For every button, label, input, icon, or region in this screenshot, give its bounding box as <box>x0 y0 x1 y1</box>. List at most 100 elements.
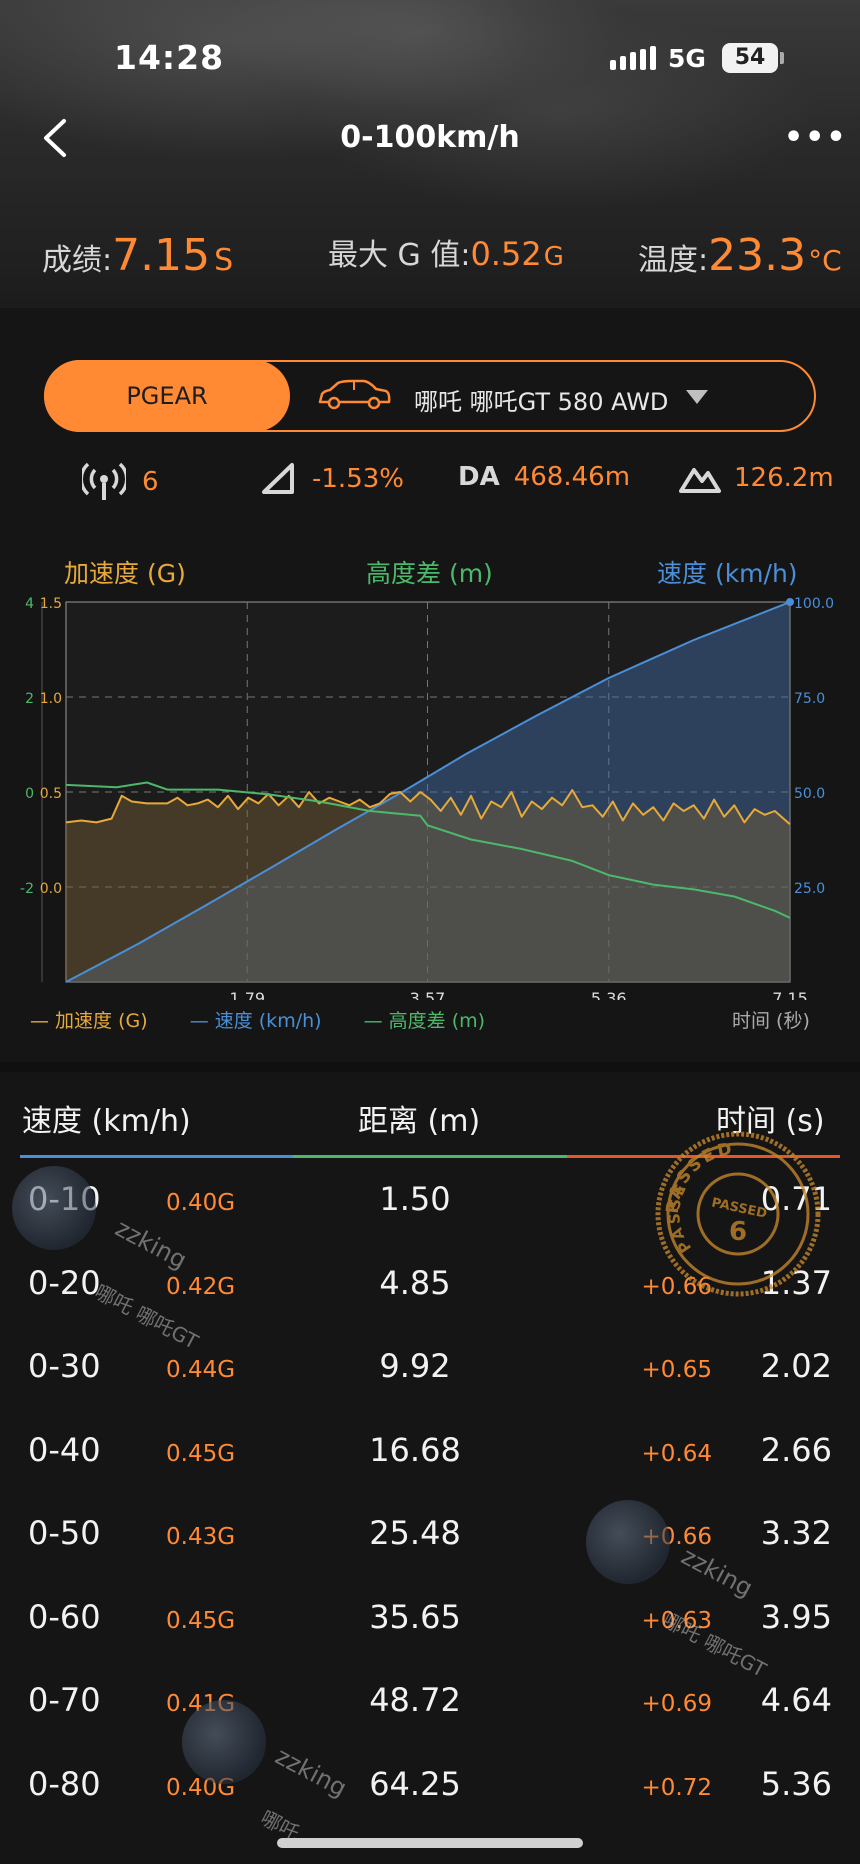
altitude-value: 126.2m <box>734 463 834 493</box>
speed-axis-title: 速度 (km/h) <box>657 559 798 588</box>
altitude-axis-title: 高度差 (m) <box>366 559 493 588</box>
row-g: 0.44G <box>166 1357 236 1383</box>
row-speed-range: 0-80 <box>28 1764 101 1803</box>
row-speed-range: 0-50 <box>28 1514 101 1552</box>
temperature: 温度: 23.3 °C <box>638 230 842 281</box>
row-speed-range: 0-10 <box>28 1180 101 1218</box>
acceleration-chart: 4 1.5 100.0 2 1.0 75.0 0 0.5 50.0 -2 0.0 25.0 1.79 3.… <box>20 596 834 1000</box>
row-time: 0.71 <box>760 1180 832 1218</box>
accel-series-area <box>66 790 790 982</box>
result-time-label: 成绩: <box>42 243 113 278</box>
row-delta: +0.64 <box>641 1440 712 1467</box>
legend-altitude-label: 高度差 (m) <box>388 1010 486 1032</box>
accel-tick-label: 0.5 <box>40 786 62 802</box>
row-distance: 1.50 <box>379 1180 451 1218</box>
row-distance: 64.25 <box>369 1764 461 1803</box>
accel-tick-label: 1.5 <box>40 596 62 612</box>
mountain-icon <box>679 468 721 493</box>
row-distance: 9.92 <box>379 1347 451 1385</box>
satellite-signal-icon <box>82 462 126 500</box>
row-time: 3.95 <box>760 1597 832 1636</box>
row-delta: +0.66 <box>641 1524 712 1550</box>
table-row: 0-50 0.43G 25.48 +0.66 3.32 <box>0 1492 860 1576</box>
chart-legend: — 加速度 (G) — 速度 (km/h) — 高度差 (m) <box>30 1006 521 1033</box>
speed-end-point <box>786 598 794 606</box>
header-time: 时间 (s) <box>716 1104 825 1139</box>
car-selector[interactable]: PGEAR 哪吒 哪吒GT 580 AWD <box>44 360 816 432</box>
header-background: 14:28 5G 54 0-100km/h ••• 成绩: 7.15 S 最大 … <box>0 0 860 308</box>
row-g: 0.45G <box>166 1440 236 1467</box>
split-table: 0-10 0.40G 1.50 0.71 0-20 0.42G 4.85 +0.… <box>0 1158 860 1826</box>
table-header: 速度 (km/h) 距离 (m) 时间 (s) <box>0 1096 860 1146</box>
car-name: 哪吒 哪吒GT 580 AWD <box>414 388 669 416</box>
signal-strength-icon <box>610 46 656 70</box>
row-time: 3.32 <box>760 1514 832 1552</box>
satellite-info: 6 <box>82 462 159 502</box>
row-delta: +0.72 <box>641 1774 712 1801</box>
satellite-count: 6 <box>142 467 159 497</box>
row-g: 0.40G <box>166 1190 236 1216</box>
row-delta: +0.69 <box>641 1691 712 1717</box>
slope-icon <box>262 463 294 494</box>
legend-accel: — 加速度 (G) <box>30 1010 148 1032</box>
row-distance: 48.72 <box>369 1681 461 1719</box>
table-row: 0-30 0.44G 9.92 +0.65 2.02 <box>0 1325 860 1409</box>
row-time: 4.64 <box>760 1681 832 1719</box>
row-g: 0.42G <box>166 1273 236 1300</box>
legend-altitude: — 高度差 (m) <box>363 1010 486 1032</box>
speed-tick-label: 25.0 <box>794 881 825 897</box>
temperature-unit: °C <box>808 244 842 277</box>
row-delta: +0.65 <box>641 1357 712 1383</box>
max-g-unit: G <box>543 242 564 272</box>
dropdown-caret-icon[interactable] <box>686 390 708 404</box>
table-row: 0-70 0.41G 48.72 +0.69 4.64 <box>0 1659 860 1743</box>
run-info-row: 6 -1.53% DA 468.46m 126.2m <box>0 462 860 506</box>
result-metrics: 成绩: 7.15 S 最大 G 值: 0.52 G 温度: 23.3 °C <box>0 230 860 290</box>
row-time: 5.36 <box>760 1764 832 1803</box>
altitude-tick-label: 0 <box>25 786 34 802</box>
table-row: 0-80 0.40G 64.25 +0.72 5.36 <box>0 1743 860 1827</box>
row-time: 1.37 <box>760 1263 832 1302</box>
home-indicator <box>277 1838 583 1848</box>
battery-icon: 54 <box>722 43 778 73</box>
status-time: 14:28 <box>114 38 225 77</box>
table-row: 0-20 0.42G 4.85 +0.66 1.37 <box>0 1242 860 1326</box>
density-altitude-info: DA 468.46m <box>458 462 630 492</box>
speed-tick-label: 50.0 <box>794 786 825 802</box>
row-time: 2.02 <box>760 1347 832 1385</box>
x-tick-label: 3.57 <box>410 989 446 1000</box>
row-speed-range: 0-30 <box>28 1347 101 1385</box>
altitude-info: 126.2m <box>678 462 834 494</box>
row-distance: 35.65 <box>369 1597 461 1636</box>
table-row: 0-10 0.40G 1.50 0.71 <box>0 1158 860 1242</box>
row-delta: +0.63 <box>641 1607 712 1634</box>
temperature-value: 23.3 <box>708 230 807 281</box>
speed-tick-label: 75.0 <box>794 691 825 707</box>
max-g: 最大 G 值: 0.52 G <box>328 230 564 274</box>
x-tick-label: 7.15 <box>772 989 808 1000</box>
result-time: 成绩: 7.15 S <box>42 230 233 281</box>
page-title: 0-100km/h <box>340 120 520 155</box>
da-value: 468.46m <box>513 462 631 492</box>
row-speed-range: 0-40 <box>28 1430 101 1469</box>
battery-tip <box>780 52 784 64</box>
legend-speed: — 速度 (km/h) <box>189 1010 322 1032</box>
row-distance: 4.85 <box>379 1263 451 1302</box>
more-options-icon[interactable]: ••• <box>784 123 848 153</box>
pgear-tab[interactable]: PGEAR <box>44 360 290 432</box>
car-icon <box>318 379 391 410</box>
row-g: 0.43G <box>166 1524 236 1550</box>
row-distance: 16.68 <box>369 1430 461 1469</box>
row-delta: +0.66 <box>641 1273 712 1300</box>
table-row: 0-60 0.45G 35.65 +0.63 3.95 <box>0 1576 860 1660</box>
battery-level: 54 <box>734 45 766 70</box>
max-g-label: 最大 G 值: <box>328 238 471 273</box>
table-row: 0-40 0.45G 16.68 +0.64 2.66 <box>0 1409 860 1493</box>
row-speed-range: 0-20 <box>28 1263 101 1302</box>
row-distance: 25.48 <box>369 1514 461 1552</box>
slope-info: -1.53% <box>260 462 404 496</box>
x-tick-label: 1.79 <box>229 989 265 1000</box>
row-time: 2.66 <box>760 1430 832 1469</box>
altitude-tick-label: 2 <box>25 691 34 707</box>
slope-value: -1.53% <box>312 464 404 494</box>
